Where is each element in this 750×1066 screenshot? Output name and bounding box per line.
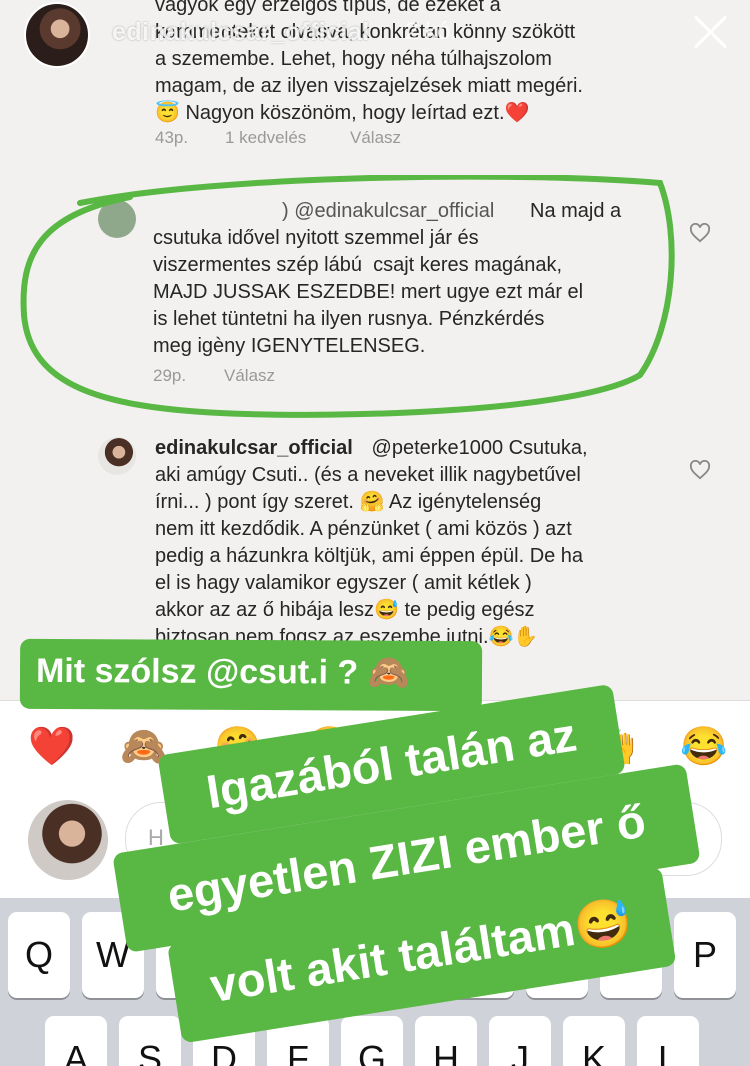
key-j[interactable]: J: [489, 1016, 551, 1066]
key-q[interactable]: Q: [8, 912, 70, 998]
comment-username[interactable]: edinakulcsar_official: [155, 435, 353, 462]
story-timestamp: 2 kó.: [405, 18, 458, 45]
comment-line: akkor az az ő hibája lesz😅 te pedig egés…: [155, 599, 535, 621]
story-screen: vagyok egy érzelgős típus, de ezeket a k…: [0, 0, 750, 1066]
comment-line: írni... ) pont így szeret. 🤗 Az igénytel…: [155, 491, 542, 513]
reaction-emoji[interactable]: 😂: [680, 725, 727, 769]
mention-sticker[interactable]: Mit szólsz @csut.i ? 🙈: [19, 638, 483, 712]
avatar[interactable]: [98, 437, 136, 475]
reaction-emoji[interactable]: ❤️: [28, 725, 75, 769]
avatar: [28, 800, 108, 880]
comment-line: @peterke1000 Csutuka,: [366, 437, 588, 459]
close-icon[interactable]: [690, 12, 730, 52]
mention-sticker-text: Mit szólsz @csut.i ? 🙈: [35, 651, 411, 692]
like-heart-icon[interactable]: [689, 460, 711, 480]
comment-line: nem itt kezdődik. A pénzünket ( ami közö…: [155, 518, 572, 540]
story-avatar[interactable]: [24, 2, 90, 68]
comment-line: el is hagy valamikor egyszer ( amit kétl…: [155, 572, 532, 594]
highlight-circle: [20, 175, 675, 418]
comment-line: magam, de az ilyen visszajelzések miatt …: [155, 75, 583, 97]
comment-line: aki amúgy Csuti.. (és a neveket illik na…: [155, 464, 581, 486]
key-a[interactable]: A: [45, 1016, 107, 1066]
key-k[interactable]: K: [563, 1016, 625, 1066]
like-heart-icon[interactable]: [689, 223, 711, 243]
comment-list: vagyok egy érzelgős típus, de ezeket a k…: [0, 0, 750, 700]
reply-link[interactable]: Válasz: [350, 128, 401, 148]
story-header: edinakulcsar_official 2 kó.: [0, 0, 750, 70]
comment-time: 43p.: [155, 128, 189, 147]
key-l[interactable]: L: [637, 1016, 699, 1066]
story-username[interactable]: edinakulcsar_official: [112, 18, 370, 47]
comment-line: 😇 Nagyon köszönöm, hogy leírtad ezt.❤️: [155, 102, 530, 124]
comment-line: pedig a házunkra költjük, ami éppen épül…: [155, 545, 584, 567]
comment-likes[interactable]: 1 kedvelés: [225, 128, 306, 148]
